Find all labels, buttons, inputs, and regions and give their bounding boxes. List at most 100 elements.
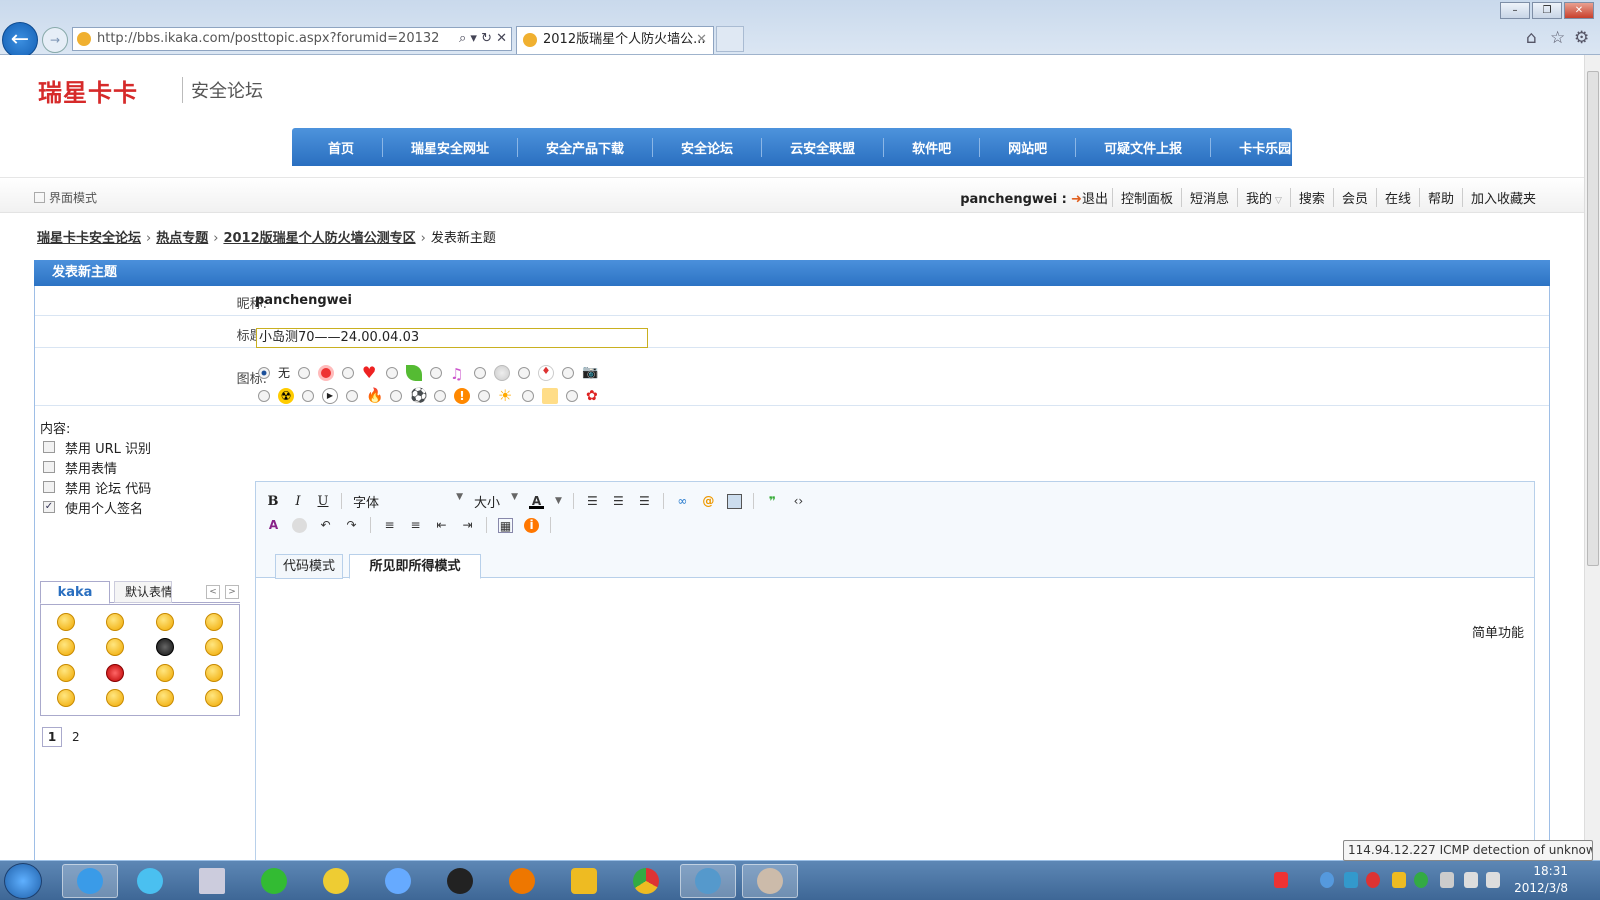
- breadcrumb-link[interactable]: 2012版瑞星个人防火墙公测专区: [223, 231, 415, 246]
- control-panel-link[interactable]: 控制面板: [1111, 188, 1182, 207]
- logout-link[interactable]: 退出: [1082, 192, 1108, 207]
- icon-radio[interactable]: [478, 389, 490, 402]
- smiley-icon[interactable]: [56, 663, 75, 682]
- checkbox-icon[interactable]: [34, 192, 45, 203]
- option-disable-smilies[interactable]: 禁用表情: [40, 457, 151, 477]
- breadcrumb-link[interactable]: 热点专题: [156, 231, 208, 246]
- browser-tab[interactable]: 2012版瑞星个人防火墙公... ✕: [516, 26, 714, 54]
- nav-item[interactable]: 瑞星安全网址: [383, 137, 519, 157]
- smiley-icon[interactable]: [205, 663, 224, 682]
- logo[interactable]: 瑞星卡卡: [38, 73, 138, 108]
- firefox-taskbar-icon[interactable]: [494, 864, 550, 898]
- network-icon[interactable]: [1440, 872, 1454, 888]
- subject-input[interactable]: 小岛测70——24.00.04.03: [256, 328, 648, 348]
- option-disable-bbcode[interactable]: 禁用 论坛 代码: [40, 477, 151, 497]
- qq-tray-icon[interactable]: [1366, 872, 1380, 888]
- tray-icon[interactable]: [1414, 872, 1428, 888]
- icon-radio[interactable]: [386, 366, 399, 379]
- volume-icon[interactable]: [1486, 872, 1500, 888]
- smiley-icon[interactable]: [106, 612, 125, 631]
- image-icon[interactable]: [726, 493, 742, 509]
- help-link[interactable]: 帮助: [1420, 188, 1463, 207]
- indent-icon[interactable]: ⇥: [460, 518, 475, 533]
- table-icon[interactable]: ▦: [498, 517, 513, 533]
- app-taskbar-icon[interactable]: [370, 864, 426, 898]
- align-center-icon[interactable]: ☰: [611, 494, 626, 509]
- font-select[interactable]: 字体 ▼: [353, 492, 463, 511]
- ie-taskbar-icon[interactable]: [62, 864, 118, 898]
- smiley-icon[interactable]: [205, 638, 224, 657]
- checkbox-checked[interactable]: ✓: [43, 501, 55, 513]
- clock[interactable]: 18:31 2012/3/8: [1514, 863, 1568, 897]
- icon-radio[interactable]: [434, 389, 446, 402]
- option-disable-url[interactable]: 禁用 URL 识别: [40, 437, 151, 457]
- paint-taskbar-icon[interactable]: [742, 864, 798, 898]
- icon-radio[interactable]: [522, 389, 534, 402]
- username[interactable]: panchengwei :: [960, 192, 1067, 207]
- app-taskbar-icon[interactable]: [308, 864, 364, 898]
- forward-button[interactable]: →: [42, 27, 68, 53]
- close-tab-icon[interactable]: ✕: [696, 27, 707, 53]
- favorites-star-icon[interactable]: ☆: [1550, 28, 1565, 48]
- smiley-icon[interactable]: [56, 612, 75, 631]
- redo-icon[interactable]: ↷: [344, 518, 359, 533]
- icon-radio[interactable]: [342, 366, 355, 379]
- nav-item[interactable]: 云安全联盟: [762, 137, 885, 157]
- nav-item[interactable]: 安全论坛: [653, 137, 763, 157]
- vertical-scrollbar[interactable]: [1584, 55, 1600, 860]
- smiley-icon[interactable]: [155, 638, 174, 657]
- link-icon[interactable]: ∞: [675, 494, 690, 509]
- nav-item[interactable]: 网站吧: [980, 137, 1077, 157]
- editor-content-area[interactable]: [256, 579, 1534, 860]
- nav-item[interactable]: 安全产品下载: [518, 137, 654, 157]
- smiley-insert-icon[interactable]: [292, 517, 307, 533]
- restore-button[interactable]: ❐: [1532, 2, 1562, 19]
- icon-radio[interactable]: [302, 389, 314, 402]
- smiley-icon[interactable]: [205, 612, 224, 631]
- outdent-icon[interactable]: ⇤: [434, 518, 449, 533]
- rising-tray-icon[interactable]: [1392, 872, 1406, 888]
- tray-icon[interactable]: [1320, 872, 1334, 888]
- rising-taskbar-icon[interactable]: [556, 864, 612, 898]
- font-color-button[interactable]: A: [529, 494, 544, 509]
- page-button[interactable]: 2: [66, 728, 86, 748]
- remove-format-icon[interactable]: A: [266, 518, 281, 533]
- messages-link[interactable]: 短消息: [1182, 188, 1238, 207]
- code-icon[interactable]: ‹›: [791, 494, 806, 509]
- icon-radio[interactable]: [390, 389, 402, 402]
- nav-item[interactable]: 软件吧: [884, 137, 981, 157]
- home-icon[interactable]: ⌂: [1526, 28, 1537, 48]
- icon-radio[interactable]: [518, 366, 531, 379]
- start-button[interactable]: [4, 863, 42, 899]
- app-taskbar-icon[interactable]: [680, 864, 736, 898]
- chevron-left-icon[interactable]: <: [206, 585, 220, 599]
- icon-radio[interactable]: [258, 366, 270, 379]
- smiley-icon[interactable]: [56, 638, 75, 657]
- icon-radio[interactable]: [258, 389, 270, 402]
- flag-icon[interactable]: [1464, 872, 1478, 888]
- tray-icon[interactable]: [1344, 872, 1358, 888]
- smiley-icon[interactable]: [205, 689, 224, 708]
- smiley-icon[interactable]: [155, 663, 174, 682]
- input-method-icon[interactable]: [1274, 872, 1288, 888]
- smiley-icon[interactable]: [155, 612, 174, 631]
- smiley-icon[interactable]: [155, 689, 174, 708]
- nav-item[interactable]: 可疑文件上报: [1076, 137, 1212, 157]
- info-icon[interactable]: i: [524, 517, 539, 533]
- chrome-taskbar-icon[interactable]: [618, 864, 674, 898]
- icon-radio[interactable]: [562, 366, 575, 379]
- smiley-tab-kaka[interactable]: kaka: [40, 581, 110, 604]
- gear-icon[interactable]: ⚙: [1574, 28, 1589, 48]
- tab-wysiwyg-mode[interactable]: 所见即所得模式: [349, 554, 481, 579]
- unordered-list-icon[interactable]: ≡: [408, 518, 423, 533]
- scrollbar-thumb[interactable]: [1587, 71, 1599, 566]
- smiley-icon[interactable]: [106, 638, 125, 657]
- address-bar[interactable]: http://bbs.ikaka.com/posttopic.aspx?foru…: [72, 27, 512, 51]
- nav-item[interactable]: 首页: [300, 137, 384, 157]
- size-select[interactable]: 大小 ▼: [474, 492, 518, 511]
- icon-radio[interactable]: [298, 366, 311, 379]
- qq-taskbar-icon[interactable]: [432, 864, 488, 898]
- smiley-icon[interactable]: [106, 663, 125, 682]
- bold-button[interactable]: B: [266, 494, 280, 509]
- undo-icon[interactable]: ↶: [318, 518, 333, 533]
